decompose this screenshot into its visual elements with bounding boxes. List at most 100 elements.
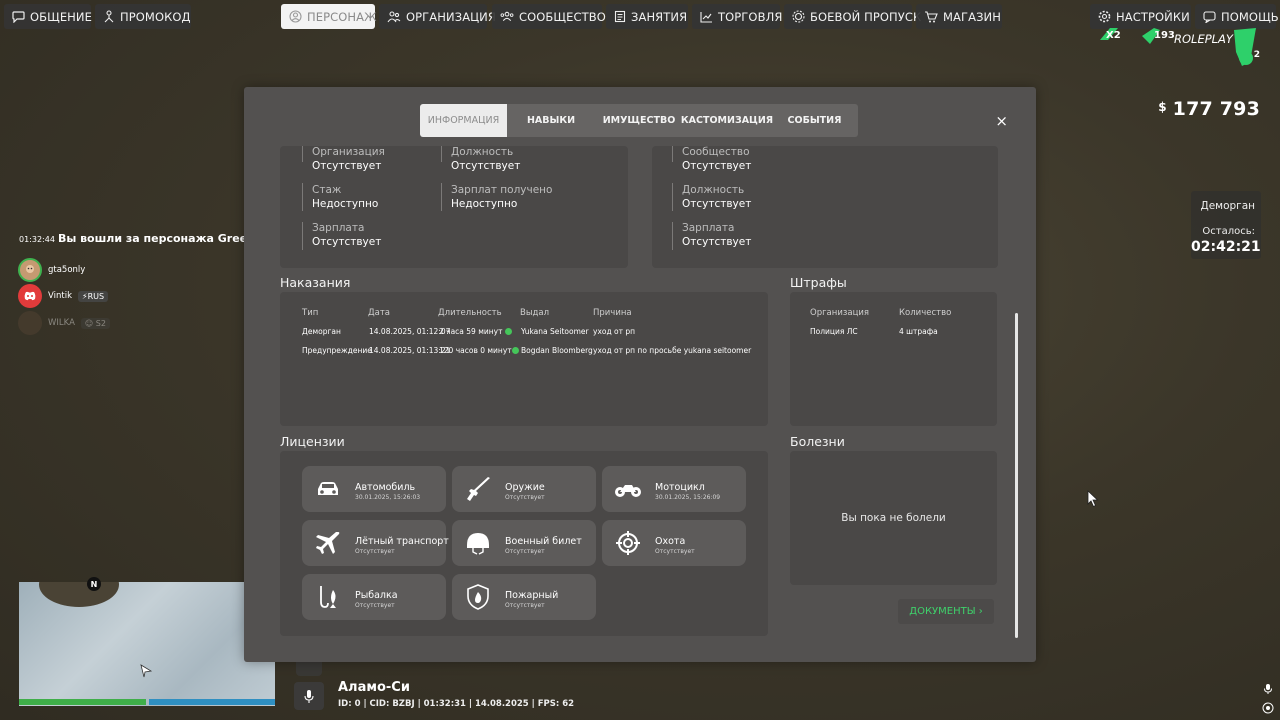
tab-customization[interactable]: КАСТОМИЗАЦИЯ bbox=[681, 104, 773, 137]
avatar bbox=[18, 311, 42, 335]
motorcycle-icon bbox=[614, 475, 642, 503]
armor-bar bbox=[149, 699, 275, 705]
license-hunting[interactable]: Охота Отсутствует bbox=[602, 520, 746, 566]
fire-shield-icon bbox=[464, 583, 492, 611]
crosshair-icon bbox=[614, 529, 642, 557]
timer-left-label: Осталось: bbox=[1202, 226, 1255, 237]
player-item: gta5only bbox=[18, 258, 85, 282]
online-count: 193 bbox=[1154, 30, 1175, 41]
help-icon bbox=[1203, 10, 1216, 24]
player-name: WILKA bbox=[48, 318, 75, 328]
org-field: Организация Отсутствует bbox=[312, 146, 385, 172]
nav-shop-button[interactable]: МАГАЗИН bbox=[916, 4, 1002, 29]
nav-community-button[interactable]: СООБЩЕСТВО bbox=[492, 4, 606, 29]
character-modal: ИНФОРМАЦИЯ НАВЫКИ ИМУЩЕСТВО КАСТОМИЗАЦИЯ… bbox=[244, 87, 1036, 662]
nav-promo-button[interactable]: ПРОМОКОД bbox=[95, 4, 191, 29]
chat-text: Вы вошли за персонажа Greebo bbox=[57, 232, 263, 245]
license-firefighter[interactable]: Пожарный Отсутствует bbox=[452, 574, 596, 620]
diseases-card: Вы пока не болели bbox=[790, 451, 997, 585]
server-logo: X2 193 ROLEPLAY 2 bbox=[1096, 26, 1266, 68]
col-duration: Длительность bbox=[438, 308, 502, 318]
col-date: Дата bbox=[368, 308, 391, 318]
license-fishing[interactable]: Рыбалка Отсутствует bbox=[302, 574, 446, 620]
license-weapon[interactable]: Оружие Отсутствует bbox=[452, 466, 596, 512]
fish-icon bbox=[314, 583, 342, 611]
experience-field: Стаж Недоступно bbox=[312, 184, 379, 210]
cart-icon bbox=[924, 10, 938, 24]
nav-activities-button[interactable]: ЗАНЯТИЯ bbox=[606, 4, 688, 29]
discord-icon bbox=[18, 284, 42, 308]
nav-organization-button[interactable]: ОРГАНИЗАЦИЯ bbox=[379, 4, 496, 29]
player-item: WILKA ☺ S2 bbox=[18, 311, 110, 335]
license-motorcycle[interactable]: Мотоцикл 30.01.2025, 15:26:09 bbox=[602, 466, 746, 512]
player-name: Vintik bbox=[48, 291, 72, 301]
status-dot bbox=[505, 328, 512, 335]
chat-icon bbox=[12, 10, 25, 24]
helmet-icon bbox=[464, 529, 492, 557]
health-bar bbox=[19, 699, 146, 705]
col-organization: Организация bbox=[810, 308, 869, 318]
location-name: Аламо-Си bbox=[338, 680, 410, 695]
bonus-badge: X2 bbox=[1106, 30, 1121, 41]
money-value: 177 793 bbox=[1172, 98, 1260, 120]
timer-name: Деморган bbox=[1200, 200, 1256, 212]
microphone-icon[interactable] bbox=[294, 682, 324, 710]
user-icon bbox=[289, 10, 302, 24]
player-tag: ⚡RUS bbox=[78, 290, 109, 302]
tab-events[interactable]: СОБЫТИЯ bbox=[771, 104, 858, 137]
group-icon bbox=[500, 10, 514, 24]
fines-title: Штрафы bbox=[790, 275, 847, 290]
nav-battlepass-button[interactable]: БОЕВОЙ ПРОПУСК bbox=[784, 4, 921, 29]
community-card: Сообщество Отсутствует Должность Отсутст… bbox=[652, 146, 998, 268]
chat-time: 01:32:44 bbox=[19, 235, 55, 244]
tab-info[interactable]: ИНФОРМАЦИЯ bbox=[420, 104, 507, 137]
status-dot bbox=[512, 347, 519, 354]
chart-icon bbox=[700, 10, 713, 24]
plane-icon bbox=[314, 529, 342, 557]
documents-button[interactable]: ДОКУМЕНТЫ › bbox=[898, 599, 994, 624]
license-military[interactable]: Военный билет Отсутствует bbox=[452, 520, 596, 566]
people-icon bbox=[387, 10, 401, 24]
nav-character-button[interactable]: ПЕРСОНАЖ bbox=[281, 4, 377, 29]
community-salary-field: Зарплата Отсутствует bbox=[682, 222, 752, 248]
session-info: ID: 0 | CID: BZBJ | 01:32:31 | 14.08.202… bbox=[338, 699, 575, 709]
mic-status-icon bbox=[1264, 684, 1272, 694]
money-display: $ 177 793 bbox=[1158, 98, 1260, 120]
community-position-field: Должность Отсутствует bbox=[682, 184, 752, 210]
tab-skills[interactable]: НАВЫКИ bbox=[507, 104, 595, 137]
player-item: Vintik ⚡RUS bbox=[18, 284, 109, 308]
nav-trade-button[interactable]: ТОРГОВЛЯ bbox=[692, 4, 782, 29]
player-name: gta5only bbox=[48, 265, 86, 275]
player-tag: ☺ S2 bbox=[80, 317, 110, 329]
salary-field: Зарплата Отсутствует bbox=[312, 222, 382, 248]
diseases-title: Болезни bbox=[790, 434, 845, 449]
gun-icon bbox=[464, 475, 492, 503]
gear-badge-icon bbox=[792, 10, 805, 24]
car-icon bbox=[314, 475, 342, 503]
modal-tabs: ИНФОРМАЦИЯ НАВЫКИ ИМУЩЕСТВО КАСТОМИЗАЦИЯ… bbox=[420, 104, 858, 137]
close-icon[interactable]: × bbox=[995, 112, 1008, 130]
network-icon bbox=[103, 10, 115, 24]
brand-text: ROLEPLAY bbox=[1174, 32, 1233, 46]
nav-chat-button[interactable]: ОБЩЕНИЕ bbox=[4, 4, 92, 29]
minimap[interactable] bbox=[19, 582, 275, 706]
license-car[interactable]: Автомобиль 30.01.2025, 15:26:03 bbox=[302, 466, 446, 512]
org-position-field: Должность Отсутствует bbox=[451, 146, 521, 172]
col-type: Тип bbox=[302, 308, 319, 318]
status-indicator bbox=[296, 662, 322, 676]
col-reason: Причина bbox=[593, 308, 632, 318]
punishments-title: Наказания bbox=[280, 275, 351, 290]
server-number: 2 bbox=[1253, 50, 1260, 60]
licenses-grid: Автомобиль 30.01.2025, 15:26:03 Оружие О… bbox=[280, 451, 768, 636]
fines-table: Организация Количество Полиция ЛС 4 штра… bbox=[790, 292, 997, 426]
jail-timer: Деморган Осталось: 02:42:21 bbox=[1191, 191, 1261, 259]
modal-scrollbar[interactable] bbox=[1015, 313, 1018, 638]
record-icon bbox=[1262, 702, 1274, 714]
license-aviation[interactable]: Лётный транспорт Отсутствует bbox=[302, 520, 449, 566]
gear-icon bbox=[1098, 10, 1111, 24]
organization-card: Организация Отсутствует Должность Отсутс… bbox=[280, 146, 628, 268]
top-nav: ОБЩЕНИЕ ПРОМОКОД ПЕРСОНАЖ ОРГАНИЗАЦИЯ СО… bbox=[4, 4, 1279, 30]
timer-value: 02:42:21 bbox=[1191, 239, 1261, 255]
tab-property[interactable]: ИМУЩЕСТВО bbox=[595, 104, 683, 137]
punishments-table: Тип Дата Длительность Выдал Причина Демо… bbox=[280, 292, 768, 426]
